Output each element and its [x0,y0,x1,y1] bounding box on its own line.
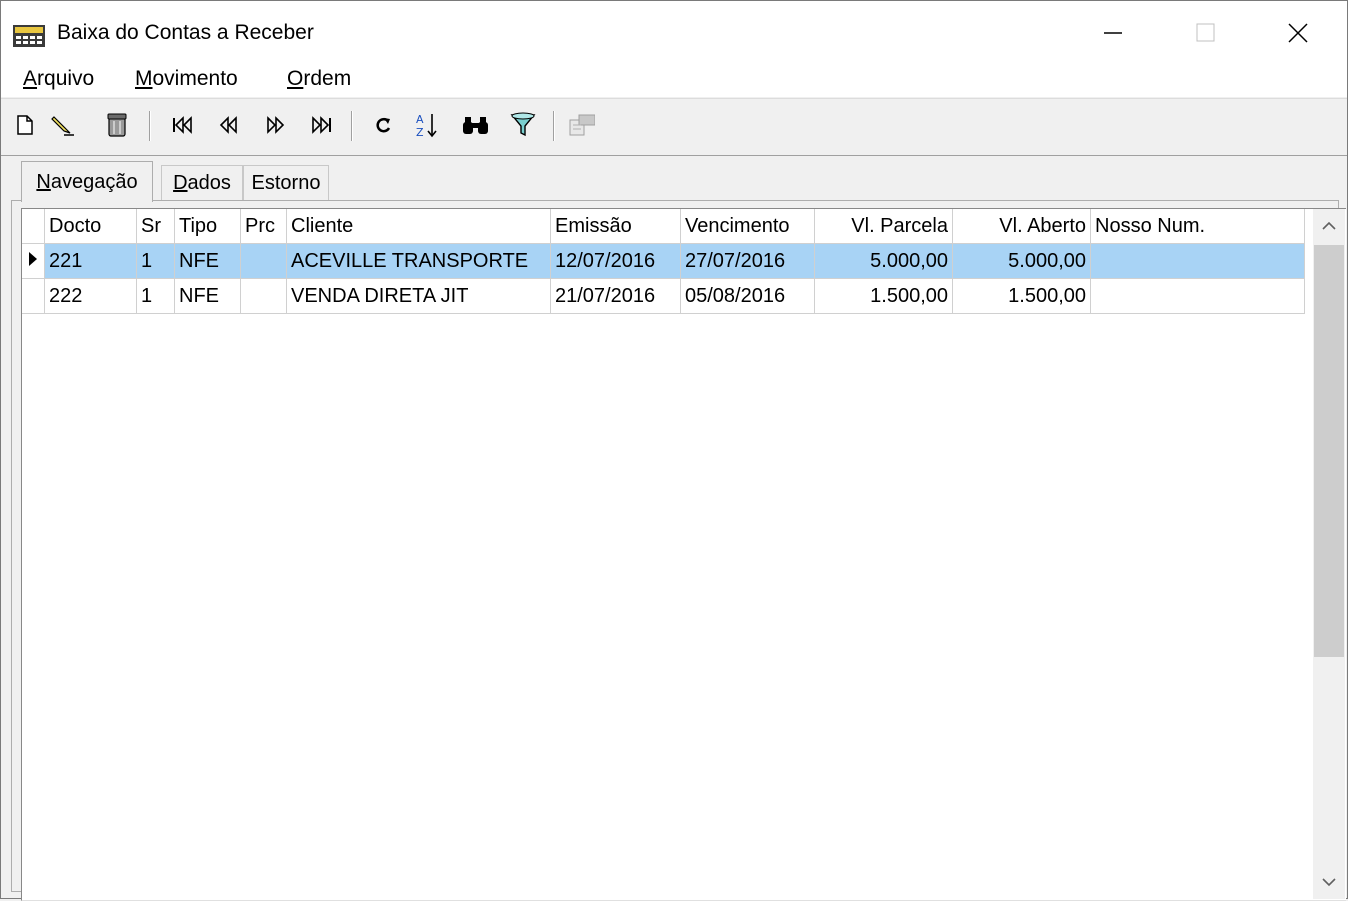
table-row[interactable]: 222 1 NFE VENDA DIRETA JIT 21/07/2016 05… [22,278,1305,314]
edit-button[interactable] [49,109,77,141]
cell-vencimento[interactable]: 05/08/2016 [680,278,815,314]
cell-vl-aberto[interactable]: 5.000,00 [952,243,1091,279]
menu-movimento[interactable]: Movimento [135,67,238,91]
chevron-down-icon [1322,878,1336,887]
cell-sr[interactable]: 1 [136,278,175,314]
app-calculator-icon [13,25,45,47]
cell-sr[interactable]: 1 [136,243,175,279]
report-disabled-icon [569,114,595,136]
column-header[interactable]: Nosso Num. [1090,209,1305,244]
menu-ordem[interactable]: Ordem [287,67,351,91]
records-table: Docto Sr Tipo Prc Cliente Emissão Vencim… [22,209,1305,314]
cell-cliente[interactable]: ACEVILLE TRANSPORTE [286,243,551,279]
column-header[interactable]: Vencimento [680,209,815,244]
next-record-icon [267,116,285,134]
row-indicator [22,278,45,314]
toolbar: AZ [1,98,1347,156]
maximize-button[interactable] [1171,9,1241,57]
edit-pencil-icon [51,116,74,136]
first-record-button[interactable] [169,109,197,141]
cell-docto[interactable]: 221 [44,243,137,279]
column-header[interactable]: Tipo [174,209,241,244]
new-document-icon [17,115,33,135]
delete-button[interactable] [103,109,131,141]
main-window: Baixa do Contas a Receber Arquivo Movime… [0,0,1348,901]
find-binoculars-icon [463,117,488,134]
find-button[interactable] [461,109,489,141]
close-icon [1288,23,1308,43]
new-button[interactable] [11,109,39,141]
close-button[interactable] [1263,9,1333,57]
scroll-down-button[interactable] [1313,865,1345,899]
previous-record-button[interactable] [215,109,243,141]
row-indicator [22,243,45,279]
refresh-icon [376,117,391,133]
tab-dados[interactable]: Dados [161,165,243,200]
header-row: Docto Sr Tipo Prc Cliente Emissão Vencim… [22,209,1305,244]
svg-text:Z: Z [416,126,424,139]
table-row[interactable]: 221 1 NFE ACEVILLE TRANSPORTE 12/07/2016… [22,243,1305,279]
first-record-icon [173,116,192,134]
indicator-header [22,209,45,244]
filter-funnel-icon [510,112,536,137]
menu-arquivo[interactable]: Arquivo [23,67,94,91]
cell-nosso-num[interactable] [1090,278,1305,314]
current-row-arrow-icon [29,251,37,266]
column-header[interactable]: Docto [44,209,137,244]
next-record-button[interactable] [261,109,289,141]
svg-text:A: A [416,113,424,126]
cell-tipo[interactable]: NFE [174,243,241,279]
filter-button[interactable] [509,109,537,141]
cell-vl-aberto[interactable]: 1.500,00 [952,278,1091,314]
previous-record-icon [219,116,237,134]
cell-vencimento[interactable]: 27/07/2016 [680,243,815,279]
scroll-up-button[interactable] [1313,209,1345,243]
cell-nosso-num[interactable] [1090,243,1305,279]
column-header[interactable]: Vl. Parcela [814,209,953,244]
last-record-button[interactable] [307,109,335,141]
title-bar: Baixa do Contas a Receber [1,1,1347,57]
cell-cliente[interactable]: VENDA DIRETA JIT [286,278,551,314]
scroll-thumb[interactable] [1314,245,1344,657]
column-header[interactable]: Prc [240,209,287,244]
vertical-scrollbar[interactable] [1313,209,1345,899]
minimize-icon [1104,32,1122,34]
column-header[interactable]: Sr [136,209,175,244]
column-header[interactable]: Cliente [286,209,551,244]
sort-button[interactable]: AZ [413,109,441,141]
toolbar-separator [553,111,555,141]
tab-navegacao[interactable]: Navegação [21,161,153,202]
report-button[interactable] [567,109,595,141]
cell-prc[interactable] [240,278,287,314]
cell-prc[interactable] [240,243,287,279]
refresh-button[interactable] [369,109,397,141]
cell-tipo[interactable]: NFE [174,278,241,314]
tab-panel: Docto Sr Tipo Prc Cliente Emissão Vencim… [11,200,1346,901]
cell-vl-parcela[interactable]: 5.000,00 [814,243,953,279]
sort-az-icon: AZ [416,113,437,139]
menu-bar: Arquivo Movimento Ordem [1,57,1347,97]
tab-estorno[interactable]: Estorno [243,165,329,200]
toolbar-separator [351,111,353,141]
column-header[interactable]: Vl. Aberto [952,209,1091,244]
delete-trash-icon [107,113,127,137]
cell-emissao[interactable]: 12/07/2016 [550,243,681,279]
column-header[interactable]: Emissão [550,209,681,244]
window-title: Baixa do Contas a Receber [57,21,314,44]
chevron-up-icon [1322,221,1336,230]
last-record-icon [312,116,331,134]
records-grid[interactable]: Docto Sr Tipo Prc Cliente Emissão Vencim… [21,208,1346,901]
toolbar-separator [149,111,151,141]
maximize-icon [1196,23,1215,42]
cell-docto[interactable]: 222 [44,278,137,314]
cell-vl-parcela[interactable]: 1.500,00 [814,278,953,314]
minimize-button[interactable] [1079,9,1149,57]
cell-emissao[interactable]: 21/07/2016 [550,278,681,314]
